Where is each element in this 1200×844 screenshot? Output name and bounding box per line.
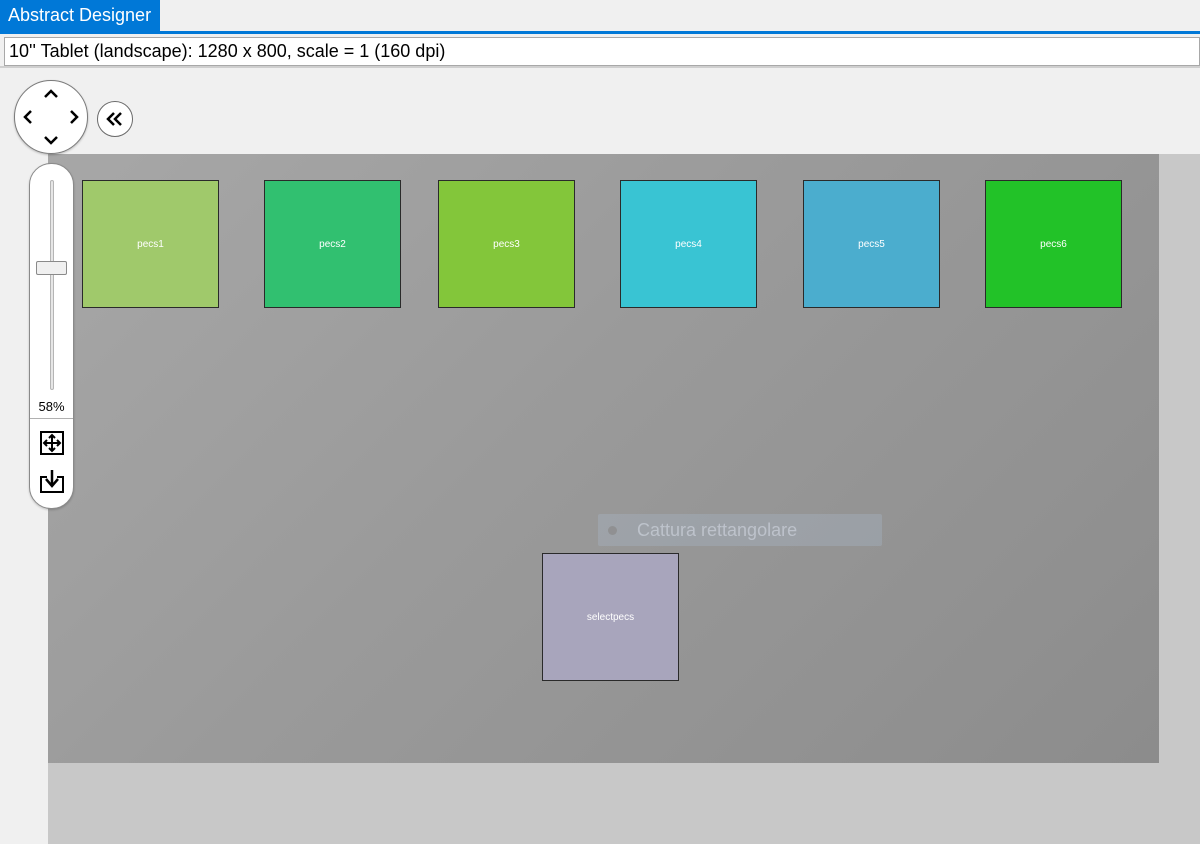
zoom-slider-track[interactable] [50, 180, 54, 390]
zoom-panel: 58% [29, 163, 74, 509]
tile-label: pecs3 [493, 238, 520, 250]
navigation-pad [14, 80, 88, 154]
tile-pecs4[interactable]: pecs4 [620, 180, 757, 308]
title-underline [0, 31, 1200, 34]
chevron-up-icon[interactable] [41, 84, 61, 104]
tile-label: pecs1 [137, 238, 164, 250]
device-selector[interactable]: 10'' Tablet (landscape): 1280 x 800, sca… [4, 37, 1200, 66]
tile-selectpecs[interactable]: selectpecs [542, 553, 679, 681]
tile-pecs6[interactable]: pecs6 [985, 180, 1122, 308]
tile-label: pecs4 [675, 238, 702, 250]
fit-to-screen-icon[interactable] [39, 430, 65, 456]
divider [0, 66, 1200, 68]
tile-pecs3[interactable]: pecs3 [438, 180, 575, 308]
double-chevron-left-icon [106, 112, 122, 126]
tile-label: pecs6 [1040, 238, 1067, 250]
title-bar: Abstract Designer [0, 0, 1200, 34]
tile-label: pecs2 [319, 238, 346, 250]
record-dot-icon [608, 525, 617, 535]
tile-pecs5[interactable]: pecs5 [803, 180, 940, 308]
download-icon[interactable] [39, 468, 65, 494]
chevron-right-icon[interactable] [64, 107, 84, 127]
zoom-slider-thumb[interactable] [36, 261, 67, 275]
tile-pecs1[interactable]: pecs1 [82, 180, 219, 308]
tile-pecs2[interactable]: pecs2 [264, 180, 401, 308]
tile-label: selectpecs [586, 611, 635, 623]
tile-label: pecs5 [858, 238, 885, 250]
capture-label: Cattura rettangolare [637, 519, 798, 540]
chevron-down-icon[interactable] [41, 130, 61, 150]
divider [30, 418, 73, 419]
capture-tooltip: Cattura rettangolare [598, 514, 882, 546]
collapse-panel-button[interactable] [97, 101, 133, 137]
app-title: Abstract Designer [0, 0, 160, 31]
chevron-left-icon[interactable] [18, 107, 38, 127]
zoom-level: 58% [38, 399, 65, 414]
